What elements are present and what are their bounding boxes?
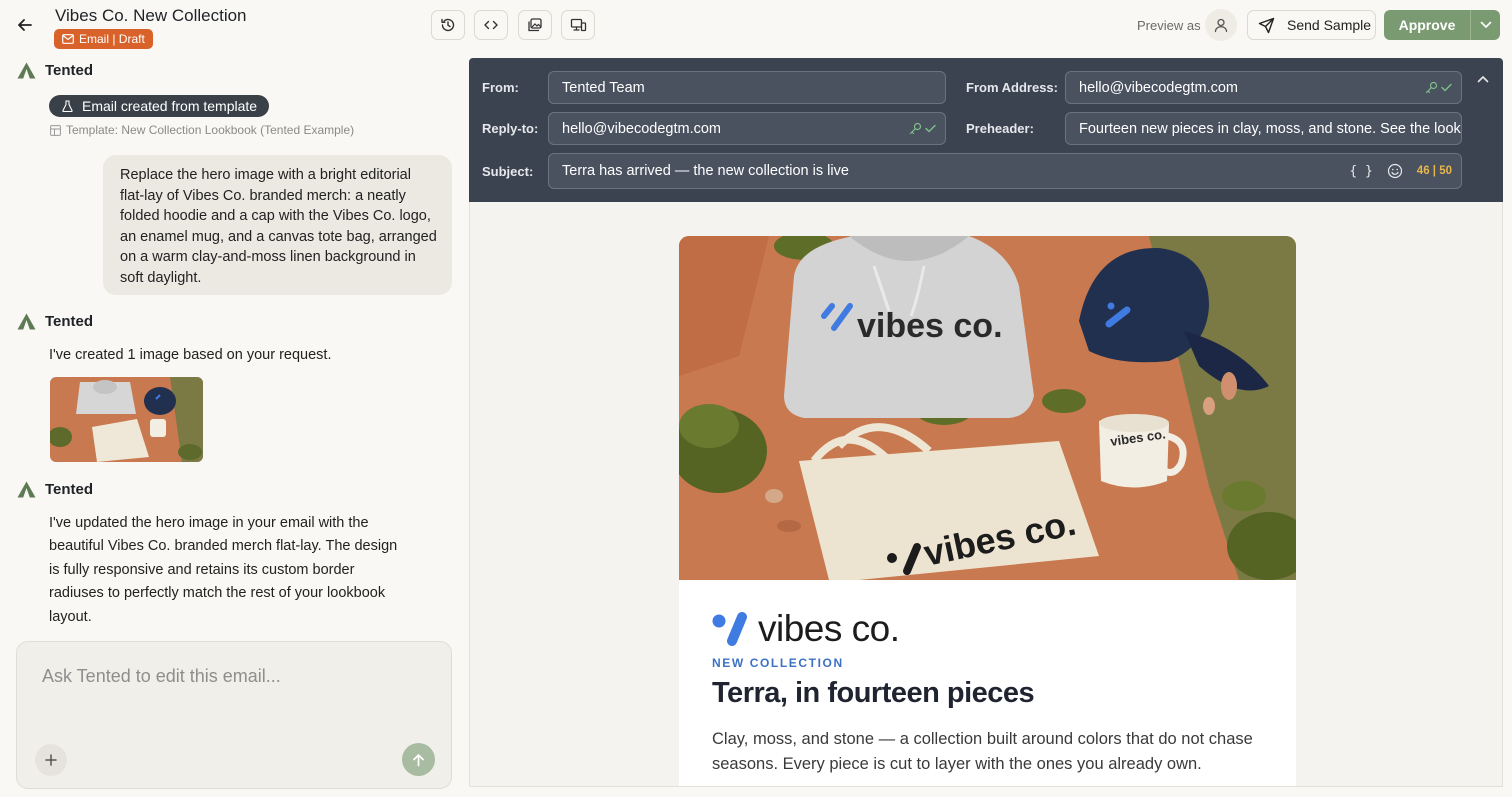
from-address-value: hello@vibecodegtm.com <box>1079 79 1238 96</box>
history-button[interactable] <box>431 10 465 40</box>
collapse-header-button[interactable] <box>1474 70 1492 88</box>
from-address-field[interactable]: hello@vibecodegtm.com <box>1065 71 1462 104</box>
from-name-field[interactable]: Tented Team <box>548 71 946 104</box>
arrow-left-icon <box>18 19 32 31</box>
reply-to-value: hello@vibecodegtm.com <box>562 120 721 137</box>
email-header-form: From: Tented Team From Address: hello@vi… <box>469 58 1503 202</box>
reply-to-label: Reply-to: <box>482 121 539 136</box>
approve-options-button[interactable] <box>1470 10 1500 40</box>
back-button[interactable] <box>14 14 36 36</box>
send-message-button[interactable] <box>402 743 435 776</box>
subject-tools: { } 46 | 50 <box>1349 163 1461 179</box>
assistant-name: Tented <box>45 62 94 79</box>
status-badge: Email | Draft <box>54 29 153 49</box>
chevron-up-icon <box>1477 76 1489 83</box>
send-sample-button[interactable]: Send Sample <box>1247 10 1376 40</box>
brand-logo: vibes co. <box>712 608 900 650</box>
eyebrow-label: NEW COLLECTION <box>712 656 844 670</box>
device-preview-button[interactable] <box>561 10 595 40</box>
preheader-label: Preheader: <box>966 121 1034 136</box>
chat-panel: Tented Email created from template Templ… <box>0 52 468 797</box>
from-name-value: Tented Team <box>562 79 645 96</box>
template-chip[interactable]: Email created from template <box>49 95 270 117</box>
mail-icon <box>62 34 74 44</box>
verified-indicator <box>1425 81 1461 94</box>
key-icon <box>909 122 922 135</box>
images-icon <box>528 18 542 32</box>
preheader-field[interactable]: Fourteen new pieces in clay, moss, and s… <box>1065 112 1462 145</box>
user-message: Replace the hero image with a bright edi… <box>103 155 452 295</box>
arrow-up-icon <box>413 753 424 766</box>
subject-value: Terra has arrived — the new collection i… <box>562 163 849 179</box>
check-icon <box>1441 83 1452 92</box>
approve-button[interactable]: Approve <box>1384 10 1470 40</box>
assistant-message: I've created 1 image based on your reque… <box>49 347 332 363</box>
preview-as-user-button[interactable] <box>1205 9 1237 41</box>
add-attachment-button[interactable] <box>35 744 67 776</box>
top-bar: Vibes Co. New Collection Email | Draft P… <box>0 0 1512 52</box>
flask-icon <box>62 100 73 112</box>
template-chip-label: Email created from template <box>82 98 258 114</box>
assistant-header: Tented <box>17 313 93 330</box>
assistant-name: Tented <box>45 481 94 498</box>
chat-input[interactable] <box>42 662 432 690</box>
devices-icon <box>570 18 586 32</box>
user-icon <box>1214 18 1228 33</box>
from-address-label: From Address: <box>966 80 1058 95</box>
chevron-down-icon <box>1480 21 1491 28</box>
hero-image: vibes co. vibes co. vibes co. <box>679 236 1296 580</box>
code-icon <box>484 20 498 30</box>
assistant-name: Tented <box>45 313 94 330</box>
reply-to-field[interactable]: hello@vibecodegtm.com <box>548 112 946 145</box>
code-view-button[interactable] <box>474 10 508 40</box>
plus-icon <box>45 754 57 766</box>
send-icon <box>1258 17 1275 33</box>
page-title: Vibes Co. New Collection <box>55 6 247 25</box>
email-preview: vibes co. vibes co. vibes co. vibes co. … <box>469 202 1503 787</box>
preheader-value: Fourteen new pieces in clay, moss, and s… <box>1079 120 1461 137</box>
tented-logo-icon <box>17 62 36 79</box>
preview-as-label: Preview as <box>1137 18 1201 33</box>
send-sample-label: Send Sample <box>1287 17 1372 33</box>
assistant-message: I've updated the hero image in your emai… <box>49 515 398 625</box>
brand-wordmark: vibes co. <box>758 608 900 649</box>
status-badge-label: Email | Draft <box>79 32 145 46</box>
email-card: vibes co. vibes co. vibes co. vibes co. … <box>679 236 1296 786</box>
tented-logo-icon <box>17 313 36 330</box>
image-gallery-button[interactable] <box>518 10 552 40</box>
email-headline: Terra, in fourteen pieces <box>712 677 1035 709</box>
generated-image-thumbnail[interactable] <box>50 377 203 462</box>
tented-logo-icon <box>17 481 36 498</box>
subject-char-count: 46 | 50 <box>1416 165 1452 177</box>
check-icon <box>925 124 936 133</box>
assistant-header: Tented <box>17 481 93 498</box>
vibes-logo-mark-icon <box>712 612 747 646</box>
template-reference: Template: New Collection Lookbook (Tente… <box>50 123 354 137</box>
emoji-icon[interactable] <box>1387 163 1403 179</box>
template-reference-text: Template: New Collection Lookbook (Tente… <box>66 123 355 137</box>
layout-template-icon <box>50 124 61 136</box>
merch-flatlay-thumbnail <box>50 377 203 462</box>
merge-tag-button[interactable]: { } <box>1349 164 1372 179</box>
hoodie-logo-text: vibes co. <box>857 307 1003 345</box>
verified-indicator <box>909 122 945 135</box>
chat-composer <box>16 641 452 789</box>
subject-field[interactable]: Terra has arrived — the new collection i… <box>548 153 1462 189</box>
assistant-header: Tented <box>17 62 93 79</box>
email-body-text: Clay, moss, and stone — a collection bui… <box>712 730 1253 773</box>
key-icon <box>1425 81 1438 94</box>
from-label: From: <box>482 80 519 95</box>
subject-label: Subject: <box>482 164 534 179</box>
history-icon <box>441 18 455 32</box>
